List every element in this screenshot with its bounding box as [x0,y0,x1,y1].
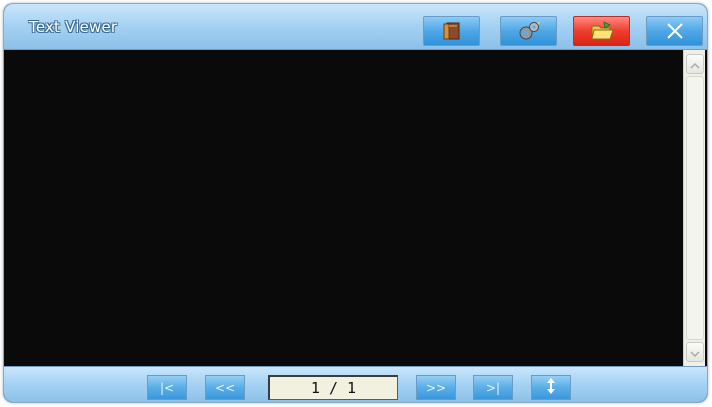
next-page-icon: >> [425,380,447,395]
open-file-button[interactable] [573,16,630,46]
window-title: Text Viewer [29,18,118,36]
settings-button[interactable] [500,16,557,46]
gears-icon [516,21,542,41]
navigation-bar: |< << 1 / 1 >> >| [4,366,707,402]
text-viewer-window: Text Viewer |< << 1 / 1 >> >| [4,4,707,402]
scroll-down-button[interactable] [686,342,704,362]
last-page-icon: >| [485,380,501,395]
previous-page-button[interactable]: << [205,375,245,400]
next-page-button[interactable]: >> [416,375,456,400]
last-page-button[interactable]: >| [473,375,513,400]
previous-page-icon: << [214,380,236,395]
book-button[interactable] [423,16,480,46]
scroll-track[interactable] [686,76,704,340]
close-button[interactable] [646,16,703,46]
first-page-button[interactable]: |< [147,375,187,400]
vertical-scrollbar[interactable] [683,50,705,366]
chevron-up-icon [690,55,700,74]
page-indicator: 1 / 1 [268,375,398,400]
close-icon [666,22,684,40]
scroll-mode-button[interactable] [531,375,571,400]
vertical-scroll-icon [545,377,557,399]
first-page-icon: |< [159,380,175,395]
book-icon [440,21,464,41]
scroll-up-button[interactable] [686,54,704,74]
text-content-area[interactable] [14,50,679,366]
chevron-down-icon [690,343,700,362]
folder-open-icon [589,21,615,41]
title-bar[interactable]: Text Viewer [4,4,707,50]
